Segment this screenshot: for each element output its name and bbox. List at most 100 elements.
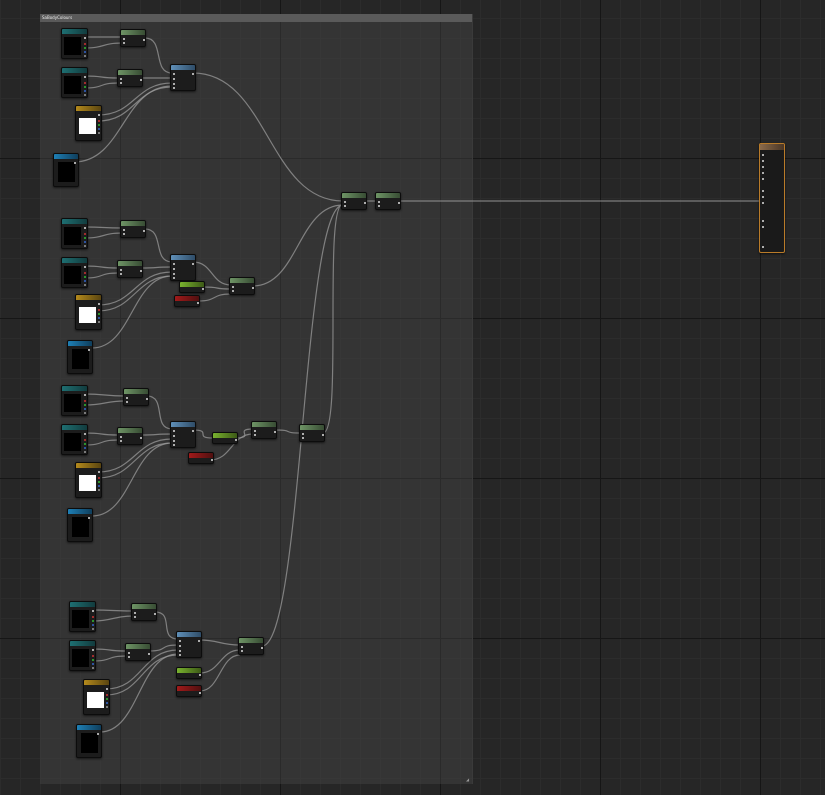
material-output-node-pin-8[interactable]: [762, 220, 764, 222]
lerp-node-3-pin-1[interactable]: [254, 434, 256, 436]
wire-41[interactable]: [105, 654, 179, 696]
wire-3[interactable]: [84, 82, 119, 89]
texture-sample-2a[interactable]: [61, 218, 88, 249]
merge-node-b-pin-0[interactable]: [378, 201, 380, 203]
function-node-4-pin-1[interactable]: [179, 645, 181, 647]
math-node-4b[interactable]: [125, 643, 151, 661]
math-node-2b-pin-1[interactable]: [120, 273, 122, 275]
wire-36[interactable]: [92, 648, 127, 652]
function-node-1-pin-3[interactable]: [173, 87, 175, 89]
texture-sample-3b-pin-3[interactable]: [84, 447, 86, 449]
function-node-3-pin-2[interactable]: [173, 440, 175, 442]
texture-sample-1a[interactable]: [61, 28, 88, 59]
constant-green-4[interactable]: [176, 667, 202, 679]
texture-sample-1a-pin-0[interactable]: [84, 37, 86, 39]
texture-yellow-3[interactable]: [75, 462, 102, 498]
material-output-node-pin-1[interactable]: [762, 160, 764, 162]
constant-green-4-pin-0[interactable]: [199, 674, 201, 676]
material-output-node-pin-10[interactable]: [762, 246, 764, 248]
texture-yellow-1-pin-0[interactable]: [98, 114, 100, 116]
math-node-1b[interactable]: [117, 69, 143, 87]
wire-13[interactable]: [144, 228, 173, 263]
math-node-4b-pin-0[interactable]: [128, 652, 130, 654]
texture-sample-3a-pin-0[interactable]: [84, 394, 86, 396]
function-node-2-pin-3[interactable]: [173, 277, 175, 279]
wire-30[interactable]: [192, 429, 214, 439]
function-node-4-pin-2[interactable]: [179, 650, 181, 652]
texture-yellow-4-pin-0[interactable]: [106, 688, 108, 690]
material-output-node-pin-0[interactable]: [762, 154, 764, 156]
function-node-1[interactable]: [170, 64, 196, 91]
wire-21[interactable]: [84, 393, 126, 397]
texture-sample-2b-pin-3[interactable]: [84, 280, 86, 282]
texture-yellow-4-pin-2[interactable]: [106, 698, 108, 700]
function-node-1-pin-0[interactable]: [173, 73, 175, 75]
math-node-4a-pin-2[interactable]: [154, 613, 156, 615]
math-node-3b-pin-0[interactable]: [120, 436, 122, 438]
math-node-1a-pin-1[interactable]: [123, 42, 125, 44]
math-node-1a[interactable]: [120, 29, 146, 47]
material-graph-canvas[interactable]: SaBodyColours ◢: [0, 0, 825, 795]
wire-10[interactable]: [84, 232, 123, 239]
texture-sample-1b-pin-1[interactable]: [84, 82, 86, 84]
lerp-node-4[interactable]: [238, 637, 264, 655]
wire-9[interactable]: [84, 226, 123, 229]
texture-sample-4a-pin-2[interactable]: [92, 620, 94, 622]
wire-34[interactable]: [92, 609, 134, 612]
merge-node-b[interactable]: [375, 192, 401, 210]
material-output-node-pin-7[interactable]: [762, 202, 764, 204]
wire-28[interactable]: [97, 442, 173, 479]
texture-param-4[interactable]: [76, 724, 102, 758]
texture-yellow-1-pin-3[interactable]: [98, 128, 100, 130]
function-node-2-pin-4[interactable]: [192, 263, 194, 265]
wire-14[interactable]: [140, 266, 173, 269]
wire-22[interactable]: [84, 400, 126, 406]
texture-sample-1b-pin-2[interactable]: [84, 86, 86, 88]
wire-1[interactable]: [84, 42, 123, 49]
texture-sample-3a-pin-3[interactable]: [84, 408, 86, 410]
constant-red-3[interactable]: [188, 452, 214, 464]
texture-sample-3a[interactable]: [61, 385, 88, 416]
lerp-node-3-pin-0[interactable]: [254, 430, 256, 432]
texture-sample-3b[interactable]: [61, 424, 88, 455]
texture-sample-1a-pin-3[interactable]: [84, 51, 86, 53]
texture-yellow-2-pin-4[interactable]: [98, 321, 100, 323]
material-output-node-pin-5[interactable]: [762, 190, 764, 192]
merge-node-b-pin-2[interactable]: [398, 202, 400, 204]
math-node-2b-pin-2[interactable]: [140, 270, 142, 272]
blend-node-3[interactable]: [299, 424, 325, 442]
texture-sample-2b[interactable]: [61, 257, 88, 288]
merge-node-a-pin-2[interactable]: [364, 202, 366, 204]
texture-sample-4b-pin-2[interactable]: [92, 659, 94, 661]
material-output-node-pin-3[interactable]: [762, 172, 764, 174]
lerp-node-3-pin-2[interactable]: [274, 431, 276, 433]
texture-yellow-2-pin-0[interactable]: [98, 303, 100, 305]
texture-sample-4a-pin-3[interactable]: [92, 624, 94, 626]
texture-sample-1b-pin-3[interactable]: [84, 90, 86, 92]
wire-12[interactable]: [84, 272, 119, 279]
constant-green-3[interactable]: [212, 432, 238, 444]
math-node-1b-pin-0[interactable]: [120, 78, 122, 80]
function-node-4[interactable]: [176, 631, 202, 658]
function-node-3[interactable]: [170, 421, 196, 448]
blend-node-3-pin-2[interactable]: [322, 434, 324, 436]
lerp-node-4-pin-2[interactable]: [261, 647, 263, 649]
texture-sample-1a-pin-2[interactable]: [84, 47, 86, 49]
wire-35[interactable]: [92, 615, 134, 622]
blend-node-3-pin-1[interactable]: [302, 437, 304, 439]
math-node-4b-pin-1[interactable]: [128, 656, 130, 658]
material-output-node-pin-6[interactable]: [762, 196, 764, 198]
function-node-1-pin-4[interactable]: [192, 73, 194, 75]
wire-38[interactable]: [154, 611, 179, 640]
texture-sample-2a-pin-2[interactable]: [84, 237, 86, 239]
texture-sample-4a-pin-0[interactable]: [92, 610, 94, 612]
texture-param-2[interactable]: [67, 340, 93, 374]
texture-param-3[interactable]: [67, 508, 93, 542]
constant-red-4[interactable]: [176, 685, 202, 697]
wire-2[interactable]: [84, 75, 119, 79]
wire-37[interactable]: [92, 655, 127, 662]
math-node-2a-pin-1[interactable]: [123, 233, 125, 235]
function-node-3-pin-3[interactable]: [173, 444, 175, 446]
texture-sample-2b-pin-0[interactable]: [84, 266, 86, 268]
merge-node-b-pin-1[interactable]: [378, 205, 380, 207]
